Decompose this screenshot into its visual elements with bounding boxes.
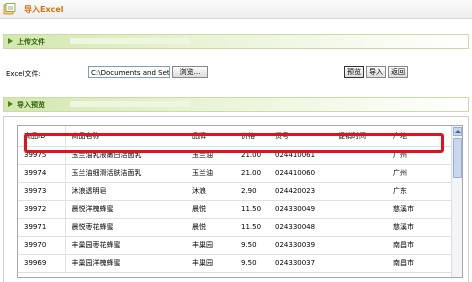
file-path-input[interactable]: C:\Documents and Sett [88, 66, 170, 78]
header-decoration [70, 101, 190, 107]
cell-promo [332, 218, 387, 237]
table-header-row: 商品ID 商品名称 品牌 价格 货号 促销时间 产地 [18, 126, 451, 147]
header-decoration [70, 38, 190, 44]
cell-id: 39975 [18, 146, 65, 165]
preview-button[interactable]: 预览 [344, 66, 364, 78]
file-label: Excel文件: [6, 70, 41, 78]
cell-name: 玉兰油乳液嫩白活面乳 [64, 146, 186, 165]
cell-price: 21.00 [235, 164, 269, 183]
cell-code: 024420023 [269, 182, 332, 201]
cell-price: 2.90 [235, 182, 269, 201]
cell-origin: 慈溪市 [387, 218, 451, 237]
cell-origin: 慈溪市 [387, 200, 451, 219]
cell-promo [332, 146, 387, 165]
upload-section-title: 上传文件 [17, 38, 45, 46]
cell-name: 玉兰油细滑活肤洁面乳 [64, 164, 186, 183]
preview-section-title: 导入预览 [17, 101, 45, 109]
scroll-up-icon[interactable] [453, 127, 462, 136]
cell-name: 晨悦枣花蜂蜜 [64, 218, 186, 237]
preview-section-header: 导入预览 [3, 97, 469, 112]
table-row[interactable]: 39970 丰巢园枣花蜂蜜 丰巢园 9.50 024330039 南昌市 [18, 236, 451, 255]
cell-promo [332, 236, 387, 255]
cell-price: 21.00 [235, 146, 269, 165]
cell-price: 11.50 [235, 200, 269, 219]
column-header-origin[interactable]: 产地 [387, 126, 451, 147]
cell-code: 024410060 [269, 164, 332, 183]
cell-promo [332, 164, 387, 183]
page-title: 导入Excel [24, 5, 64, 14]
cell-price: 9.50 [235, 236, 269, 255]
scroll-thumb[interactable] [453, 138, 462, 178]
cell-price: 9.50 [235, 254, 269, 273]
cell-id: 39972 [18, 200, 65, 219]
preview-grid: 商品ID 商品名称 品牌 价格 货号 促销时间 产地 39975 玉兰油乳液嫩白活… [17, 125, 463, 278]
column-header-brand[interactable]: 品牌 [186, 126, 235, 147]
cell-promo [332, 200, 387, 219]
cell-origin: 广州 [387, 164, 451, 183]
cell-name: 丰巢园洋槐蜂蜜 [64, 254, 186, 273]
cell-id: 39973 [18, 182, 65, 201]
cell-brand: 丰巢园 [186, 254, 235, 273]
column-header-promo[interactable]: 促销时间 [332, 126, 387, 147]
arrow-right-icon [8, 101, 13, 107]
cell-promo [332, 182, 387, 201]
cell-brand: 玉兰油 [186, 164, 235, 183]
excel-import-icon [3, 3, 16, 15]
arrow-right-icon [8, 38, 13, 44]
cell-code: 024330039 [269, 236, 332, 255]
cell-brand: 沐浪 [186, 182, 235, 201]
back-button[interactable]: 返回 [388, 66, 408, 78]
table-row[interactable]: 39975 玉兰油乳液嫩白活面乳 玉兰油 21.00 024410061 广州 [18, 146, 451, 165]
cell-code: 024330037 [269, 254, 332, 273]
title-bar: 导入Excel [0, 0, 472, 19]
upload-form: Excel文件: C:\Documents and Sett 浏览... 预览 … [0, 66, 472, 80]
cell-id: 39969 [18, 254, 65, 273]
cell-id: 39971 [18, 218, 65, 237]
cell-name: 沐浪透明皂 [64, 182, 186, 201]
cell-brand: 晨悦 [186, 218, 235, 237]
cell-brand: 晨悦 [186, 200, 235, 219]
cell-code: 024330049 [269, 200, 332, 219]
cell-code: 024330048 [269, 218, 332, 237]
table-row[interactable]: 39969 丰巢园洋槐蜂蜜 丰巢园 9.50 024330037 南昌市 [18, 254, 451, 273]
cell-id: 39974 [18, 164, 65, 183]
cell-price: 11.50 [235, 218, 269, 237]
cell-code: 024410061 [269, 146, 332, 165]
upload-section-header: 上传文件 [3, 34, 469, 49]
column-header-code[interactable]: 货号 [269, 126, 332, 147]
table-row[interactable]: 39973 沐浪透明皂 沐浪 2.90 024420023 广东 [18, 182, 451, 201]
cell-id: 39970 [18, 236, 65, 255]
column-header-price[interactable]: 价格 [235, 126, 269, 147]
column-header-id[interactable]: 商品ID [18, 126, 65, 147]
cell-origin: 广州 [387, 146, 451, 165]
column-header-name[interactable]: 商品名称 [64, 126, 186, 147]
cell-origin: 南昌市 [387, 236, 451, 255]
cell-name: 丰巢园枣花蜂蜜 [64, 236, 186, 255]
cell-brand: 丰巢园 [186, 236, 235, 255]
cell-brand: 玉兰油 [186, 146, 235, 165]
cell-name: 晨悦洋槐蜂蜜 [64, 200, 186, 219]
cell-promo [332, 254, 387, 273]
browse-button[interactable]: 浏览... [172, 66, 208, 78]
table-row[interactable]: 39971 晨悦枣花蜂蜜 晨悦 11.50 024330048 慈溪市 [18, 218, 451, 237]
preview-table: 商品ID 商品名称 品牌 价格 货号 促销时间 产地 39975 玉兰油乳液嫩白活… [18, 126, 451, 273]
table-row[interactable]: 39974 玉兰油细滑活肤洁面乳 玉兰油 21.00 024410060 广州 [18, 164, 451, 183]
import-button[interactable]: 导入 [366, 66, 386, 78]
vertical-scrollbar[interactable] [451, 126, 462, 277]
cell-origin: 南昌市 [387, 254, 451, 273]
cell-origin: 广东 [387, 182, 451, 201]
table-row[interactable]: 39972 晨悦洋槐蜂蜜 晨悦 11.50 024330049 慈溪市 [18, 200, 451, 219]
